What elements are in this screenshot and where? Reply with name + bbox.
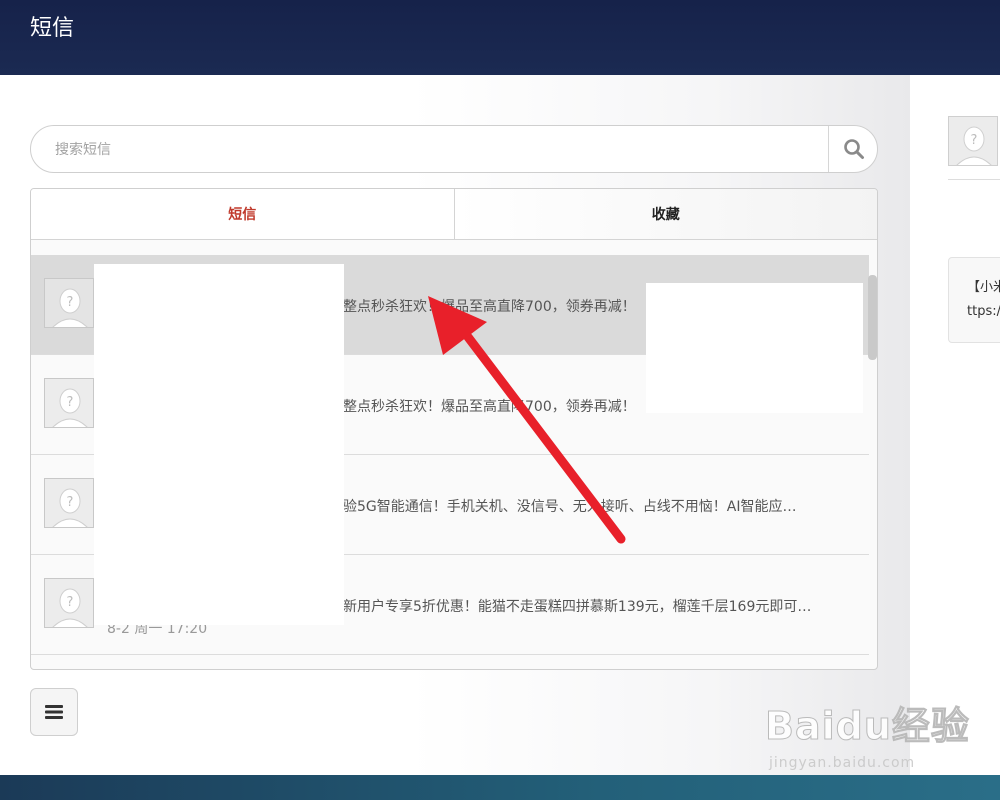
app-header: 短信 (0, 0, 1000, 75)
hamburger-menu-icon (45, 705, 63, 719)
search-icon (843, 139, 864, 159)
tab-messages[interactable]: 短信 (31, 189, 455, 239)
scrollbar-thumb[interactable] (868, 275, 877, 360)
svg-text:?: ? (67, 495, 74, 510)
redaction-mask (646, 283, 863, 413)
watermark-url: jingyan.baidu.com (769, 755, 916, 771)
search-button[interactable] (828, 126, 878, 172)
tab-favorites[interactable]: 收藏 (454, 189, 877, 239)
message-bubble: 【小米 ttps:// (948, 257, 1000, 343)
svg-text:?: ? (67, 395, 74, 410)
default-avatar-icon: ? (949, 117, 997, 165)
default-avatar-icon: ? (45, 479, 93, 527)
sender-avatar: ? (44, 378, 94, 428)
contact-avatar[interactable]: ? (948, 116, 998, 166)
divider (948, 179, 1000, 180)
svg-text:?: ? (971, 133, 978, 148)
sender-avatar: ? (44, 578, 94, 628)
watermark-logo: Baidu经验 jingyan.baidu.com (765, 693, 970, 775)
sender-avatar: ? (44, 478, 94, 528)
redaction-mask (94, 264, 344, 625)
bubble-link-text[interactable]: ttps:// (967, 304, 1000, 319)
default-avatar-icon: ? (45, 379, 93, 427)
message-snippet: 整点秒杀狂欢！爆品至高直降700，领券再减！ (343, 399, 636, 415)
watermark-brand: Baidu经验 (765, 704, 970, 749)
page-title: 短信 (30, 16, 75, 41)
message-snippet: 新用户专享5折优惠！能猫不走蛋糕四拼慕斯139元，榴莲千层169元即可… (343, 599, 812, 615)
default-avatar-icon: ? (45, 579, 93, 627)
message-snippet: 验5G智能通信！手机关机、没信号、无人接听、占线不用恼！AI智能应… (343, 499, 797, 515)
svg-text:?: ? (67, 595, 74, 610)
menu-button[interactable] (30, 688, 78, 736)
message-snippet: 整点秒杀狂欢！爆品至高直降700，领券再减！ (343, 299, 636, 315)
search-input[interactable] (55, 138, 815, 162)
svg-text:?: ? (67, 295, 74, 310)
bottom-bar (0, 775, 1000, 800)
search-bar (30, 125, 878, 173)
sender-avatar: ? (44, 278, 94, 328)
conversation-pane: ? 【小米 ttps:// (910, 75, 1000, 775)
tab-bar: 短信 收藏 (31, 189, 877, 240)
bubble-text-line: 【小米 (967, 280, 1000, 295)
default-avatar-icon: ? (45, 279, 93, 327)
